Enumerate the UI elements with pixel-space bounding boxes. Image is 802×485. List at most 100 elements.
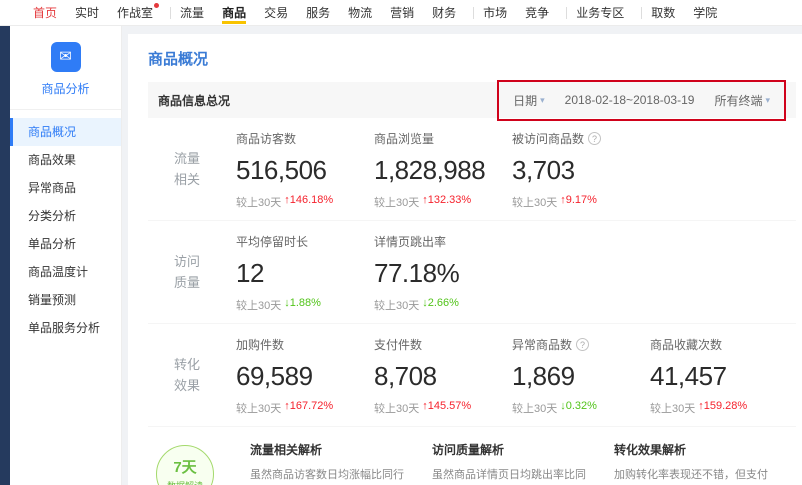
product-analysis-icon: ✉ (51, 42, 81, 72)
metric-label: 被访问商品数 (512, 130, 584, 147)
app-window: 首页 实时 作战室 流量 商品 交易 服务 物流 营销 财务 市场 竞争 业务专… (0, 0, 802, 485)
nav-label: 商品 (222, 4, 246, 21)
nav-label: 首页 (33, 4, 57, 21)
new-badge-dot-icon (154, 3, 159, 8)
badge-caption: 数据解读 (167, 479, 203, 485)
main-area: 商品概况 商品信息总况 日期 ▾ 2018-02-18~2018-03-19 所… (122, 26, 802, 485)
delta-value: ↑132.33% (422, 194, 471, 210)
metric-label: 异常商品数 (512, 336, 572, 353)
nav-item-war-room[interactable]: 作战室 (117, 0, 153, 25)
nav-item-academy[interactable]: 学院 (693, 0, 717, 25)
metric-row-traffic: 流量 相关 商品访客数 516,506 较上30天↑146.18% 商品浏览量 … (148, 118, 796, 221)
delta-value: ↑145.57% (422, 400, 471, 416)
nav-label: 作战室 (117, 4, 153, 21)
sidebar-item-single-product-service[interactable]: 单品服务分析 (10, 314, 121, 342)
nav-label: 交易 (264, 4, 288, 21)
metric-value: 1,828,988 (374, 155, 510, 186)
metric-label: 加购件数 (236, 336, 284, 353)
nav-item-marketing[interactable]: 营销 (390, 0, 414, 25)
nav-item-finance[interactable]: 财务 (432, 0, 456, 25)
compare-label: 较上30天 (374, 297, 419, 313)
annotation-highlight: 日期 ▾ 2018-02-18~2018-03-19 所有终端 ▾ (497, 80, 786, 121)
nav-label: 竞争 (525, 4, 549, 21)
sidebar-header: ✉ 商品分析 (10, 26, 121, 110)
metric-cells: 商品访客数 516,506 较上30天↑146.18% 商品浏览量 1,828,… (226, 130, 796, 210)
nav-item-realtime[interactable]: 实时 (75, 0, 99, 25)
metric-value: 8,708 (374, 361, 510, 392)
nav-item-market[interactable]: 市场 (483, 0, 507, 25)
nav-item-competition[interactable]: 竞争 (525, 0, 549, 25)
metric-label: 商品收藏次数 (650, 336, 722, 353)
metric-card-visited-products: 被访问商品数? 3,703 较上30天↑9.17% (512, 130, 648, 210)
metric-card-favorites: 商品收藏次数 41,457 较上30天↑159.28% (650, 336, 786, 416)
section-bar: 商品信息总况 日期 ▾ 2018-02-18~2018-03-19 所有终端 ▾ (148, 82, 796, 118)
metric-card-visitors: 商品访客数 516,506 较上30天↑146.18% (236, 130, 372, 210)
nav-label: 流量 (180, 4, 204, 21)
help-icon[interactable]: ? (576, 338, 589, 351)
delta-value: ↑167.72% (284, 400, 333, 416)
app-body: ✉ 商品分析 商品概况 商品效果 异常商品 分类分析 单品分析 商品温度计 销量… (0, 26, 802, 485)
page-title: 商品概况 (148, 48, 796, 69)
help-icon[interactable]: ? (588, 132, 601, 145)
metric-value: 516,506 (236, 155, 372, 186)
sidebar-item-product-effect[interactable]: 商品效果 (10, 146, 121, 174)
content-card: 商品概况 商品信息总况 日期 ▾ 2018-02-18~2018-03-19 所… (128, 34, 802, 485)
metric-value: 1,869 (512, 361, 648, 392)
nav-item-trade[interactable]: 交易 (264, 0, 288, 25)
sidebar-item-abnormal-products[interactable]: 异常商品 (10, 174, 121, 202)
date-filter[interactable]: 日期 ▾ (513, 92, 545, 109)
badge-days: 7天 (173, 456, 196, 477)
nav-label: 物流 (348, 4, 372, 21)
section-title: 商品信息总况 (158, 92, 230, 109)
insight-text: 虽然商品访客数日均涨幅比同行平均好，但平均停留时长低于同行平均，请关注商品引流与… (250, 466, 414, 485)
sidebar-item-product-overview[interactable]: 商品概况 (10, 118, 121, 146)
nav-label: 服务 (306, 4, 330, 21)
date-filter-label: 日期 (513, 92, 537, 109)
insight-title: 转化效果解析 (614, 441, 778, 458)
sidebar-item-sales-forecast[interactable]: 销量预测 (10, 286, 121, 314)
date-range[interactable]: 2018-02-18~2018-03-19 (565, 93, 695, 107)
seven-day-badge: 7天 数据解读 (156, 445, 214, 485)
nav-item-data-fetch[interactable]: 取数 (651, 0, 675, 25)
sidebar-item-category-analysis[interactable]: 分类分析 (10, 202, 121, 230)
insight-title: 访问质量解析 (432, 441, 596, 458)
metric-label: 详情页跳出率 (374, 233, 446, 250)
metric-group-label: 流量 相关 (148, 130, 226, 210)
nav-item-business-zone[interactable]: 业务专区 (576, 0, 624, 25)
nav-item-logistics[interactable]: 物流 (348, 0, 372, 25)
metric-value: 41,457 (650, 361, 786, 392)
metric-cells: 加购件数 69,589 较上30天↑167.72% 支付件数 8,708 较上3… (226, 336, 796, 416)
sidebar-panel-title: 商品分析 (10, 80, 121, 97)
terminal-filter[interactable]: 所有终端 ▾ (714, 92, 770, 109)
nav-label: 市场 (483, 4, 507, 21)
metric-card-add-to-cart: 加购件数 69,589 较上30天↑167.72% (236, 336, 372, 416)
group-label-line: 转化 (174, 355, 200, 376)
sidebar-item-single-product-analysis[interactable]: 单品分析 (10, 230, 121, 258)
delta-value: ↑9.17% (560, 194, 597, 210)
compare-label: 较上30天 (236, 400, 281, 416)
nav-item-home[interactable]: 首页 (33, 0, 57, 25)
nav-item-traffic[interactable]: 流量 (180, 0, 204, 25)
insights-section: 7天 数据解读 流量相关解析 虽然商品访客数日均涨幅比同行平均好，但平均停留时长… (148, 441, 796, 485)
metric-label: 平均停留时长 (236, 233, 308, 250)
chevron-down-icon: ▾ (765, 95, 770, 106)
group-label-line: 相关 (174, 170, 200, 191)
insight-column-quality: 访问质量解析 虽然商品详情页日均跳出率比同行平均好，但平均停留时间低于同行平均，… (432, 441, 596, 485)
insight-text-segment: 加购转化率表现还不错，但支付转化率低于同行平均，赶快到 (614, 469, 768, 485)
delta-value: ↓1.88% (284, 297, 321, 313)
group-label-line: 质量 (174, 273, 200, 294)
delta-value: ↓2.66% (422, 297, 459, 313)
nav-item-product[interactable]: 商品 (222, 0, 246, 25)
metric-group-label: 访问 质量 (148, 233, 226, 313)
group-label-line: 效果 (174, 376, 200, 397)
nav-item-service[interactable]: 服务 (306, 0, 330, 25)
metric-card-pageviews: 商品浏览量 1,828,988 较上30天↑132.33% (374, 130, 510, 210)
metric-card-abnormal-products: 异常商品数? 1,869 较上30天↓0.32% (512, 336, 648, 416)
compare-label: 较上30天 (374, 194, 419, 210)
insight-title: 流量相关解析 (250, 441, 414, 458)
insight-column-traffic: 流量相关解析 虽然商品访客数日均涨幅比同行平均好，但平均停留时长低于同行平均，请… (250, 441, 414, 485)
metric-value: 69,589 (236, 361, 372, 392)
metric-card-avg-stay: 平均停留时长 12 较上30天↓1.88% (236, 233, 372, 313)
compare-label: 较上30天 (512, 400, 557, 416)
sidebar-item-product-thermometer[interactable]: 商品温度计 (10, 258, 121, 286)
